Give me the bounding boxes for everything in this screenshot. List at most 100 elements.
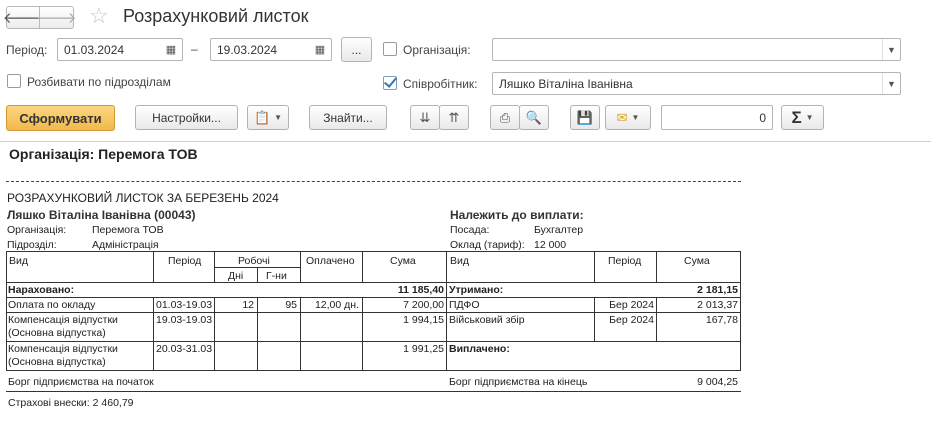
employee-label: Співробітник:: [403, 77, 478, 91]
row1-hours: 95: [285, 299, 297, 311]
salary-key: Оклад (тариф):: [450, 239, 525, 251]
print-preview-icon: 🔍: [525, 109, 543, 125]
amount-due-label: Належить до виплати:: [450, 208, 584, 222]
org-key: Організація:: [7, 224, 67, 236]
date-to-value: 19.03.2024: [217, 43, 278, 57]
split-by-department-label: Розбивати по підрозділам: [27, 75, 171, 89]
clipboard-icon: 📋: [253, 109, 271, 125]
employee-select[interactable]: Ляшко Віталіна Іванівна ▼: [492, 72, 901, 95]
row3-period: 20.03-31.03: [156, 343, 213, 355]
position-key: Посада:: [450, 224, 490, 236]
debt-start-label: Борг підприємства на початок: [8, 376, 154, 388]
generate-label: Сформувати: [19, 110, 102, 126]
row2-sum: 1 994,15: [403, 314, 444, 326]
col-kind-header: Вид: [9, 255, 28, 267]
accrued-label: Нараховано:: [8, 284, 75, 296]
variants-button[interactable]: 📋 ▼: [247, 105, 289, 130]
collapse-groups-button[interactable]: ⇈: [439, 105, 469, 130]
row1-period2: Бер 2024: [609, 299, 654, 311]
organization-checkbox[interactable]: [383, 42, 397, 56]
col-period-header: Період: [168, 255, 202, 267]
row2-period: 19.03-19.03: [156, 314, 213, 326]
row3-kind-line2: (Основна відпустка): [8, 356, 106, 368]
debt-end-label: Борг підприємства на кінець: [449, 376, 588, 388]
settings-label: Настройки...: [152, 110, 221, 125]
period-label: Період:: [6, 43, 48, 57]
withheld-total: 2 181,15: [697, 284, 738, 296]
insurance-contributions: Страхові внески: 2 460,79: [8, 397, 134, 409]
footer-line: [6, 391, 741, 392]
row3-kind-line1: Компенсація відпустки: [8, 343, 118, 355]
date-from-field[interactable]: 01.03.2024 ▦: [57, 38, 183, 61]
dropdown-arrow-icon: ▼: [631, 113, 640, 122]
report-divider: [0, 141, 931, 142]
date-to-field[interactable]: 19.03.2024 ▦: [210, 38, 332, 61]
back-button[interactable]: 🡐: [3, 6, 43, 29]
employee-checkbox[interactable]: [383, 76, 397, 90]
row2-kind-line2: (Основна відпустка): [8, 327, 106, 339]
row3-sum: 1 991,25: [403, 343, 444, 355]
row1-sum: 7 200,00: [403, 299, 444, 311]
col-days-header: Дні: [228, 270, 244, 282]
selected-sum-value: 0: [759, 111, 766, 125]
organization-select[interactable]: ▼: [492, 38, 901, 61]
expand-groups-button[interactable]: ⇊: [410, 105, 440, 130]
dropdown-arrow-icon[interactable]: ▼: [882, 39, 900, 60]
department-key: Підрозділ:: [7, 239, 57, 251]
row2-kind-line1: Компенсація відпустки: [8, 314, 118, 326]
report-org-header: Організація: Перемога ТОВ: [9, 146, 198, 162]
col-sum-header: Сума: [390, 255, 416, 267]
send-email-button[interactable]: ✉ ▼: [605, 105, 651, 130]
arrow-right-icon: 🡒: [36, 10, 77, 27]
expand-levels-icon: ⇊: [419, 109, 431, 125]
org-value: Перемога ТОВ: [92, 224, 164, 236]
generate-button[interactable]: Сформувати: [6, 105, 115, 131]
row1-kind2: ПДФО: [449, 299, 480, 311]
page-title: Розрахунковий листок: [123, 6, 309, 26]
row2-period2: Бер 2024: [609, 314, 654, 326]
calendar-icon[interactable]: ▦: [309, 39, 331, 60]
employee-name: Ляшко Віталіна Іванівна (00043): [7, 208, 196, 222]
position-value: Бухгалтер: [534, 224, 584, 236]
choose-period-button[interactable]: ...: [341, 37, 372, 62]
printer-icon: ⎙: [499, 109, 511, 125]
calendar-icon[interactable]: ▦: [160, 39, 182, 60]
forward-button[interactable]: 🡒: [36, 6, 77, 29]
sum-mode-button[interactable]: Σ ▼: [781, 105, 824, 130]
dropdown-arrow-icon[interactable]: ▼: [882, 73, 900, 94]
print-button[interactable]: ⎙: [490, 105, 520, 130]
date-dash: –: [191, 42, 198, 56]
settings-button[interactable]: Настройки...: [135, 105, 238, 130]
collapse-levels-icon: ⇈: [448, 109, 460, 125]
debt-end-value: 9 004,25: [697, 376, 738, 388]
salary-value: 12 000: [534, 239, 567, 251]
employee-value: Ляшко Віталіна Іванівна: [499, 77, 633, 91]
col-paid-header: Оплачено: [306, 255, 355, 267]
row1-kind: Оплата по окладу: [8, 299, 96, 311]
organization-label: Організація:: [403, 43, 471, 57]
row1-sum2: 2 013,37: [697, 299, 738, 311]
dropdown-arrow-icon: ▼: [805, 113, 814, 122]
row2-sum2: 167,78: [705, 314, 738, 326]
floppy-disk-icon: 💾: [576, 109, 594, 125]
col-kind2-header: Вид: [450, 255, 469, 267]
col-working-header: Робочі: [238, 255, 270, 267]
row1-days: 12: [242, 299, 254, 311]
report-dashed-line: [6, 181, 741, 182]
split-by-department-checkbox[interactable]: [7, 74, 21, 88]
favorite-star-icon[interactable]: ☆: [89, 5, 109, 27]
choose-period-label: ...: [351, 42, 362, 57]
selected-sum-field[interactable]: 0: [661, 105, 773, 130]
row1-period: 01.03-19.03: [156, 299, 213, 311]
row2-kind2: Військовий збір: [449, 314, 525, 326]
find-button[interactable]: Знайти...: [309, 105, 387, 130]
paid-out-label: Виплачено:: [449, 343, 510, 355]
print-preview-button[interactable]: 🔍: [519, 105, 549, 130]
save-button[interactable]: 💾: [570, 105, 600, 130]
department-value: Адміністрація: [92, 239, 159, 251]
sigma-icon: Σ: [791, 107, 802, 127]
envelope-icon: ✉: [616, 109, 628, 125]
col-period2-header: Період: [608, 255, 642, 267]
accrued-total: 11 185,40: [397, 284, 444, 296]
report-title: РОЗРАХУНКОВИЙ ЛИСТОК ЗА БЕРЕЗЕНЬ 2024: [7, 191, 279, 205]
